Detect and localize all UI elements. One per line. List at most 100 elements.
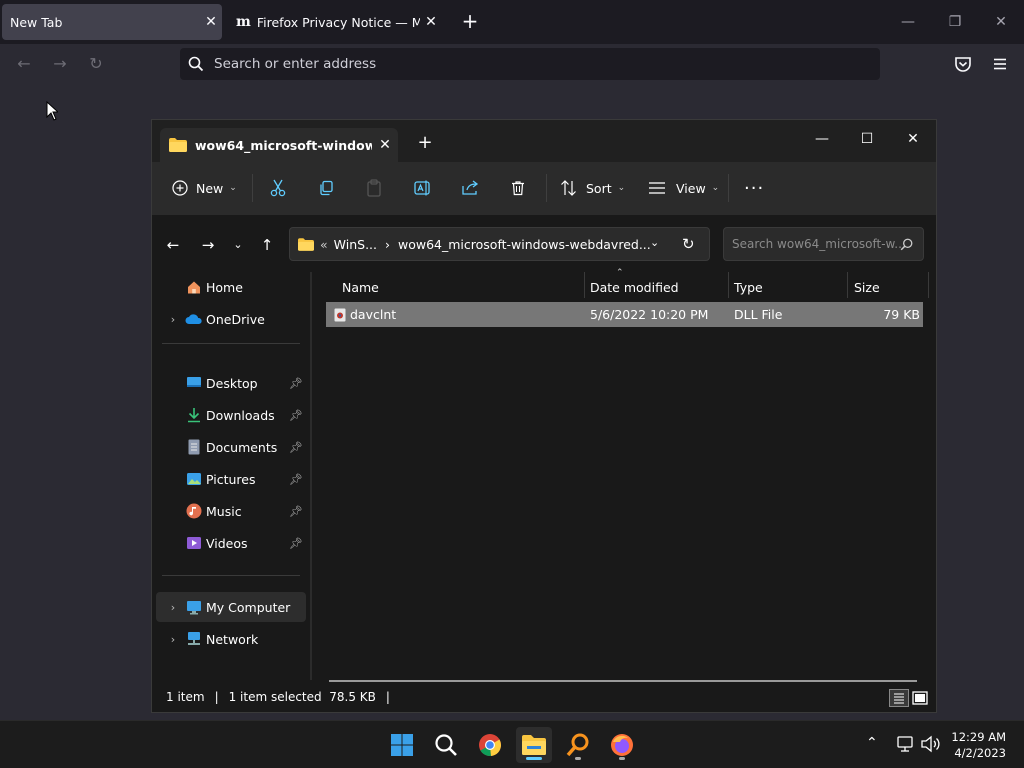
volume-icon[interactable] bbox=[920, 735, 940, 757]
sort-button[interactable]: Sort ⌄ bbox=[560, 174, 625, 202]
system-clock[interactable]: 12:29 AM 4/2/2023 bbox=[951, 729, 1006, 761]
close-tab-icon[interactable]: ✕ bbox=[372, 137, 398, 153]
back-arrow-icon[interactable]: ← bbox=[161, 233, 185, 257]
status-bar: 1 item | 1 item selected 78.5 KB | bbox=[152, 682, 936, 712]
computer-monitor-icon bbox=[184, 597, 204, 617]
breadcrumb-winsxs[interactable]: WinS... bbox=[334, 237, 377, 252]
nav-item-my-computer[interactable]: › My Computer bbox=[156, 592, 306, 622]
new-tab-plus-icon[interactable]: + bbox=[414, 132, 436, 154]
pin-icon[interactable]: 📌︎ bbox=[286, 505, 306, 518]
collapsed-path-icon[interactable]: « bbox=[320, 237, 328, 252]
nav-item-desktop[interactable]: Desktop 📌︎ bbox=[156, 368, 306, 398]
clock-date: 4/2/2023 bbox=[954, 746, 1006, 760]
cut-button[interactable] bbox=[270, 174, 286, 202]
network-status-icon[interactable] bbox=[896, 735, 914, 757]
pin-icon[interactable]: 📌︎ bbox=[286, 377, 306, 390]
column-header-date-modified[interactable]: Date modified bbox=[582, 272, 726, 302]
more-options-icon[interactable]: ··· bbox=[744, 174, 764, 202]
nav-item-network[interactable]: › Network bbox=[156, 624, 306, 654]
chevron-down-icon: ⌄ bbox=[711, 183, 720, 193]
nav-item-videos[interactable]: Videos 📌︎ bbox=[156, 528, 306, 558]
pin-icon[interactable]: 📌︎ bbox=[286, 409, 306, 422]
forward-arrow-icon[interactable]: → bbox=[46, 52, 74, 76]
url-bar[interactable]: Search or enter address bbox=[180, 48, 880, 80]
file-row[interactable]: davclnt 5/6/2022 10:20 PM DLL File 79 KB bbox=[326, 302, 923, 327]
nav-item-pictures[interactable]: Pictures 📌︎ bbox=[156, 464, 306, 494]
document-icon bbox=[184, 437, 204, 457]
rename-icon bbox=[414, 180, 430, 196]
minimize-icon[interactable]: — bbox=[893, 8, 923, 36]
explorer-tab[interactable]: wow64_microsoft-windows-webdavredir ✕ bbox=[160, 128, 398, 162]
sort-icon bbox=[561, 180, 576, 196]
address-bar[interactable]: « WinS... › wow64_microsoft-windows-webd… bbox=[289, 227, 710, 261]
show-hidden-icons-chevron-icon[interactable]: ⌃ bbox=[866, 735, 878, 751]
new-button[interactable]: New ⌄ bbox=[172, 174, 237, 202]
share-button[interactable] bbox=[462, 174, 480, 202]
column-divider[interactable] bbox=[928, 272, 929, 298]
view-list-icon bbox=[649, 182, 665, 194]
back-arrow-icon[interactable]: ← bbox=[10, 52, 38, 76]
search-box[interactable]: Search wow64_microsoft-w... bbox=[723, 227, 924, 261]
new-tab-plus-icon[interactable]: + bbox=[458, 10, 482, 34]
pin-icon[interactable]: 📌︎ bbox=[286, 537, 306, 550]
pin-icon[interactable]: 📌︎ bbox=[286, 473, 306, 486]
file-explorer-window: wow64_microsoft-windows-webdavredir ✕ + … bbox=[151, 119, 937, 713]
status-divider: | bbox=[385, 690, 390, 704]
column-header-name[interactable]: Name bbox=[334, 272, 584, 302]
close-window-icon[interactable]: ✕ bbox=[986, 8, 1016, 36]
pocket-icon[interactable] bbox=[954, 55, 972, 77]
close-tab-icon[interactable]: ✕ bbox=[420, 14, 442, 30]
expand-chevron-icon[interactable]: › bbox=[162, 633, 184, 646]
delete-button[interactable] bbox=[510, 174, 526, 202]
firefox-icon[interactable] bbox=[604, 727, 640, 763]
close-tab-icon[interactable]: ✕ bbox=[200, 14, 222, 30]
folder-icon bbox=[169, 138, 187, 152]
chevron-down-icon: ⌄ bbox=[617, 183, 626, 193]
nav-item-documents[interactable]: Documents 📌︎ bbox=[156, 432, 306, 462]
close-window-icon[interactable]: ✕ bbox=[890, 124, 936, 154]
pin-icon[interactable]: 📌︎ bbox=[286, 441, 306, 454]
browser-tab-bar: New Tab ✕ m Firefox Privacy Notice — Moz… bbox=[0, 0, 1024, 44]
mozilla-favicon-icon: m bbox=[236, 14, 251, 30]
sort-button-label: Sort bbox=[586, 180, 612, 196]
forward-arrow-icon[interactable]: → bbox=[196, 233, 220, 257]
url-placeholder: Search or enter address bbox=[214, 56, 377, 72]
restore-icon[interactable]: ❐ bbox=[940, 8, 970, 36]
view-button[interactable]: View ⌄ bbox=[648, 174, 719, 202]
refresh-icon[interactable]: ↻ bbox=[682, 235, 695, 253]
address-dropdown-chevron-icon[interactable]: ⌄ bbox=[650, 236, 659, 249]
menu-hamburger-icon[interactable] bbox=[991, 55, 1009, 77]
nav-item-music[interactable]: Music 📌︎ bbox=[156, 496, 306, 526]
start-windows-icon[interactable] bbox=[384, 727, 420, 763]
chrome-icon[interactable] bbox=[472, 727, 508, 763]
paste-button[interactable] bbox=[366, 174, 382, 202]
expand-chevron-icon[interactable]: › bbox=[162, 313, 184, 326]
browser-tab-privacy-notice[interactable]: m Firefox Privacy Notice — Mozilla ✕ bbox=[228, 4, 442, 40]
details-view-toggle-icon[interactable] bbox=[889, 689, 909, 707]
copy-button[interactable] bbox=[318, 174, 334, 202]
expand-chevron-icon[interactable]: › bbox=[162, 601, 184, 614]
magnifier-app-icon[interactable] bbox=[560, 727, 596, 763]
maximize-icon[interactable]: ☐ bbox=[844, 124, 890, 154]
file-explorer-taskbar-icon[interactable] bbox=[516, 727, 552, 763]
nav-item-onedrive[interactable]: › OneDrive bbox=[156, 304, 306, 334]
browser-tab-new-tab[interactable]: New Tab ✕ bbox=[2, 4, 222, 40]
file-name: davclnt bbox=[350, 307, 397, 322]
nav-item-downloads[interactable]: Downloads 📌︎ bbox=[156, 400, 306, 430]
nav-divider bbox=[162, 343, 300, 344]
search-icon[interactable] bbox=[428, 727, 464, 763]
column-header-size[interactable]: Size bbox=[846, 272, 926, 302]
breadcrumb-current-folder[interactable]: wow64_microsoft-windows-webdavred... bbox=[398, 237, 651, 252]
column-header-type[interactable]: Type bbox=[726, 272, 846, 302]
folder-icon bbox=[298, 237, 314, 251]
rename-button[interactable] bbox=[414, 174, 432, 202]
recent-locations-chevron-icon[interactable]: ⌄ bbox=[226, 233, 250, 257]
minimize-icon[interactable]: — bbox=[799, 124, 845, 154]
chevron-down-icon: ⌄ bbox=[229, 183, 237, 193]
reload-icon[interactable]: ↻ bbox=[82, 52, 110, 76]
toolbar-divider bbox=[252, 174, 253, 202]
nav-item-home[interactable]: Home bbox=[156, 272, 306, 302]
search-icon bbox=[900, 238, 913, 251]
up-arrow-icon[interactable]: ↑ bbox=[255, 233, 279, 257]
large-icons-view-toggle-icon[interactable] bbox=[912, 690, 928, 706]
